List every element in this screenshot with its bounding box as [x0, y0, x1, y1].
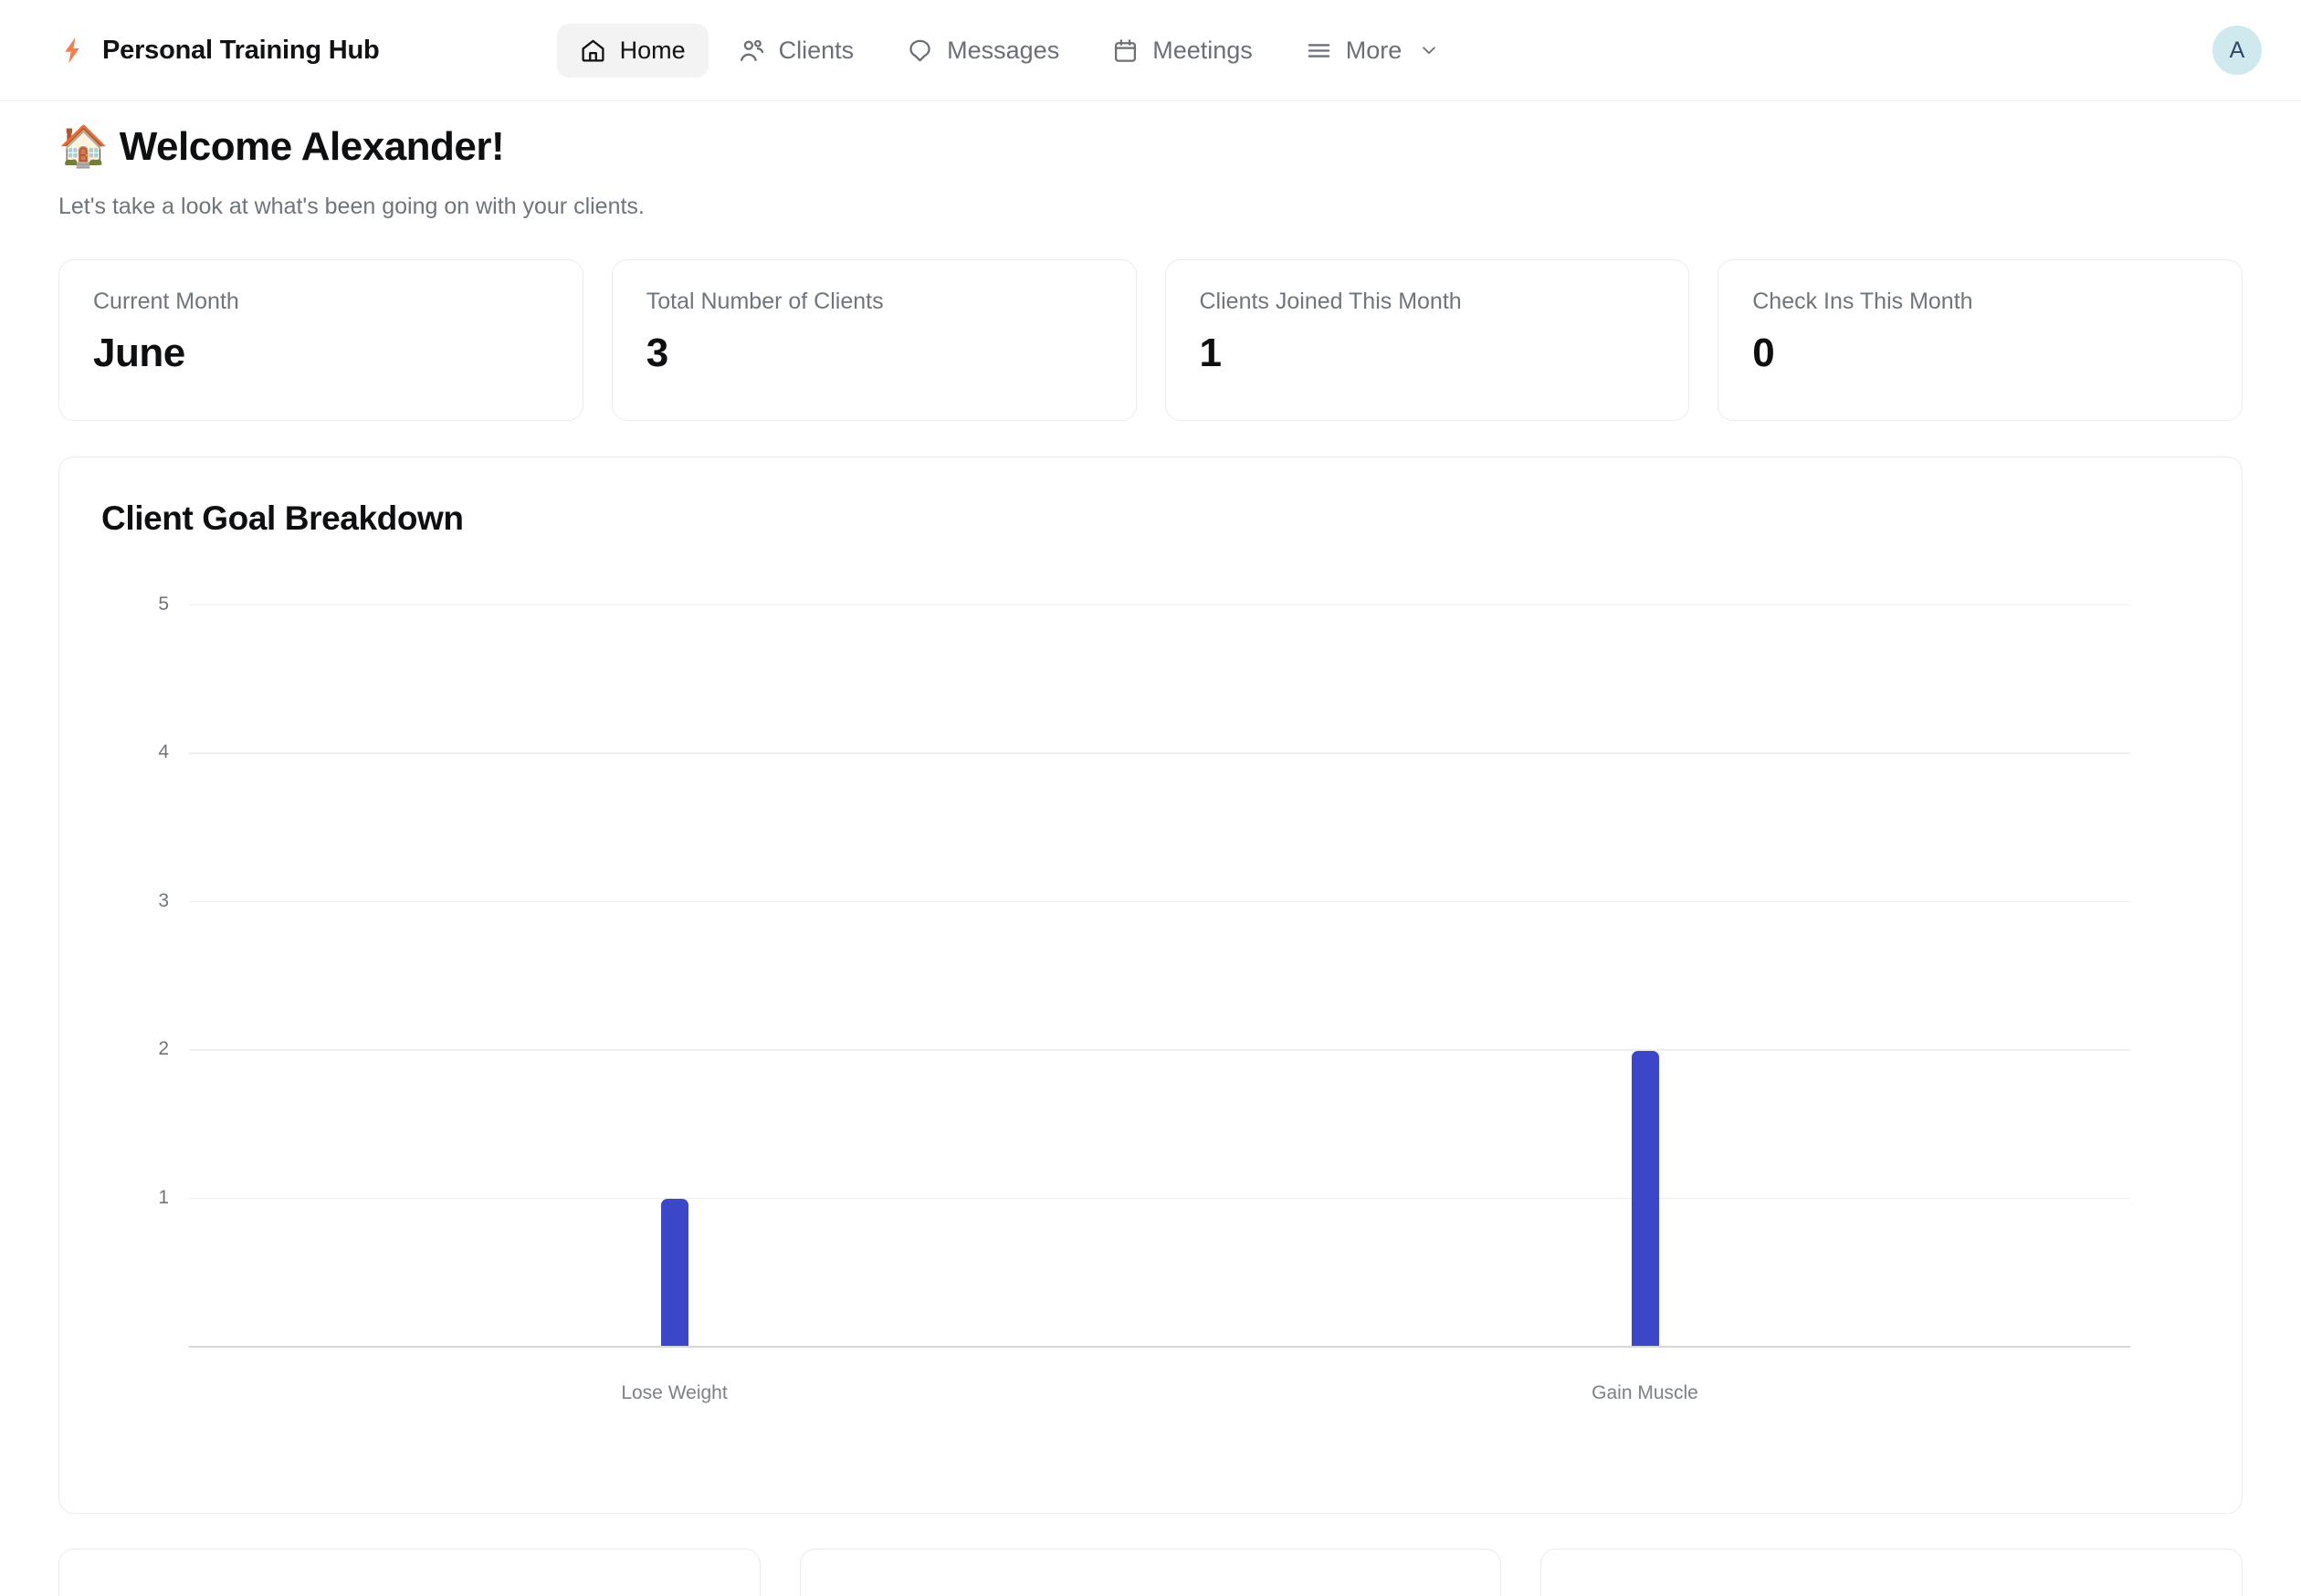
nav-item-clients[interactable]: Clients [716, 24, 877, 78]
avatar[interactable]: A [2212, 26, 2262, 75]
chart-title: Client Goal Breakdown [101, 499, 464, 537]
stat-value: 0 [1752, 331, 1775, 375]
stat-card-current-month: Current Month June [58, 259, 583, 421]
stat-card-check-ins: Check Ins This Month 0 [1718, 259, 2243, 421]
stat-card-row: Current Month June Total Number of Clien… [58, 259, 2243, 421]
chevron-down-icon [1415, 40, 1439, 60]
chart-gridline: 3 [158, 890, 2130, 911]
y-axis-tick-label: 4 [158, 741, 169, 763]
bottom-card-row [58, 1549, 2243, 1596]
users-icon [739, 37, 765, 64]
stat-card-total-clients: Total Number of Clients 3 [611, 259, 1137, 421]
bottom-card [58, 1549, 761, 1596]
house-emoji-icon: 🏠 [58, 124, 109, 169]
lightning-bolt-icon [57, 33, 88, 68]
nav-label-home: Home [619, 36, 686, 64]
nav-label-messages: Messages [947, 36, 1060, 64]
bottom-card [1540, 1549, 2243, 1596]
stat-label: Current Month [93, 289, 239, 314]
stat-label: Clients Joined This Month [1199, 289, 1462, 314]
calendar-icon [1112, 37, 1139, 64]
nav-label-more: More [1345, 36, 1403, 64]
brand: Personal Training Hub [57, 33, 380, 68]
menu-icon [1306, 37, 1332, 64]
y-axis-tick-label: 3 [158, 889, 169, 911]
y-axis-tick-label: 1 [158, 1186, 169, 1208]
chart-gridline: 4 [158, 741, 2130, 762]
x-axis-tick-label: Gain Muscle [1592, 1382, 1698, 1403]
main-navigation: Home Clients Messages Meetings More [556, 23, 1463, 78]
page-content: 🏠 Welcome Alexander! Let's take a look a… [0, 124, 2301, 1596]
stat-value: 1 [1199, 331, 1222, 375]
y-axis-tick-label: 5 [158, 593, 169, 614]
bar-chart: 1 2 3 4 5 Lose Weight Gain Muscle [101, 574, 2191, 1446]
page-subtitle: Let's take a look at what's been going o… [58, 194, 645, 219]
nav-label-clients: Clients [778, 36, 855, 64]
chart-gridline: 1 [158, 1187, 2130, 1208]
chart-gridline: 5 [158, 593, 2130, 614]
nav-label-meetings: Meetings [1152, 36, 1253, 64]
client-goal-breakdown-card: Client Goal Breakdown 1 2 3 4 5 Lose Weight Ga… [58, 457, 2243, 1514]
nav-item-more[interactable]: More [1283, 24, 1463, 78]
chart-gridline: 2 [158, 1038, 2130, 1059]
stat-value: 3 [646, 331, 668, 375]
bottom-card [799, 1549, 1502, 1596]
home-icon [580, 37, 606, 64]
app-header: Personal Training Hub Home Clients Messa… [0, 0, 2301, 101]
chat-icon [907, 37, 933, 64]
stat-value: June [93, 331, 185, 375]
stat-label: Total Number of Clients [646, 289, 884, 314]
nav-item-home[interactable]: Home [556, 23, 709, 78]
chart-plot-area: 1 2 3 4 5 Lose Weight Gain Muscle [158, 593, 2130, 1403]
x-axis-tick-label: Lose Weight [621, 1382, 728, 1403]
chart-bar[interactable] [660, 1199, 688, 1346]
y-axis-tick-label: 2 [158, 1038, 169, 1060]
brand-name: Personal Training Hub [102, 35, 380, 65]
stat-label: Check Ins This Month [1752, 289, 1973, 314]
nav-item-meetings[interactable]: Meetings [1089, 24, 1276, 78]
chart-bar[interactable] [1631, 1050, 1659, 1346]
x-axis-line [189, 1345, 2130, 1348]
stat-card-clients-joined: Clients Joined This Month 1 [1164, 259, 1690, 421]
page-title: Welcome Alexander! [119, 124, 505, 169]
nav-item-messages[interactable]: Messages [884, 24, 1082, 78]
welcome-heading: 🏠 Welcome Alexander! [58, 124, 2243, 170]
